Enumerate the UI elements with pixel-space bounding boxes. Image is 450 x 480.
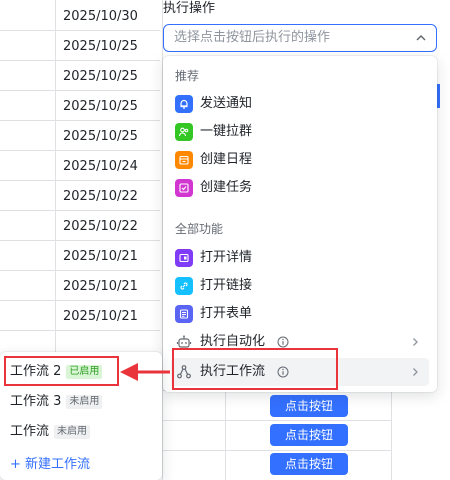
- operation-label: 执行操作: [163, 1, 216, 16]
- operation-menu: 推荐 发送通知 一键拉群 创建日程 创建任务 全部功能 打开详情 打开链接 打开…: [163, 56, 437, 392]
- row-divider: [162, 450, 391, 451]
- menu-item-label: 创建日程: [200, 152, 253, 167]
- section-all: 全部功能: [175, 222, 224, 236]
- menu-item-create-event[interactable]: 创建日程: [171, 146, 429, 174]
- section-recommend: 推荐: [175, 69, 200, 83]
- link-icon: [175, 277, 193, 295]
- date-cell: 2025/10/25: [63, 69, 138, 84]
- chevron-right-icon: [413, 368, 418, 376]
- workflow-item[interactable]: 工作流 3 未启用: [10, 392, 103, 412]
- date-cell: 2025/10/25: [63, 99, 138, 114]
- menu-item-label: 打开详情: [200, 250, 253, 265]
- workflow-name: 工作流 3: [10, 394, 62, 409]
- date-cell: 2025/10/24: [63, 159, 138, 174]
- date-cell: 2025/10/21: [63, 309, 138, 324]
- row-divider: [0, 180, 160, 181]
- workflow-item[interactable]: 工作流 未启用: [10, 422, 91, 442]
- row-divider: [162, 420, 391, 421]
- chevron-right-icon: [413, 338, 418, 346]
- menu-item-label: 发送通知: [200, 96, 253, 111]
- column-divider: [225, 390, 226, 480]
- highlight-box-run-workflow: [172, 348, 338, 390]
- row-divider: [0, 330, 160, 331]
- menu-item-create-group[interactable]: 一键拉群: [171, 118, 429, 146]
- bell-icon: [175, 95, 193, 113]
- action-button[interactable]: 点击按钮: [270, 395, 348, 417]
- operation-placeholder: 选择点击按钮后执行的操作: [174, 30, 331, 45]
- row-divider: [0, 240, 160, 241]
- menu-item-open-link[interactable]: 打开链接: [171, 272, 429, 300]
- calendar-icon: [175, 151, 193, 169]
- action-button[interactable]: 点击按钮: [270, 453, 348, 475]
- menu-item-send-notification[interactable]: 发送通知: [171, 90, 429, 118]
- row-divider: [0, 30, 160, 31]
- status-badge: 未启用: [54, 425, 91, 439]
- date-cell: 2025/10/25: [63, 39, 138, 54]
- date-cell: 2025/10/25: [63, 129, 138, 144]
- menu-item-label: 打开链接: [200, 278, 253, 293]
- form-icon: [175, 305, 193, 323]
- new-workflow-button[interactable]: + 新建工作流: [10, 456, 90, 474]
- row-divider: [0, 90, 160, 91]
- menu-item-open-form[interactable]: 打开表单: [171, 300, 429, 328]
- date-cell: 2025/10/22: [63, 189, 138, 204]
- row-divider: [0, 270, 160, 271]
- row-divider: [0, 150, 160, 151]
- row-divider: [0, 120, 160, 121]
- chevron-up-icon: [416, 34, 426, 41]
- highlight-box-workflow: [4, 356, 119, 386]
- row-divider: [0, 60, 160, 61]
- date-cell: 2025/10/30: [63, 9, 138, 24]
- date-cell: 2025/10/22: [63, 219, 138, 234]
- menu-item-label: 一键拉群: [200, 124, 253, 139]
- operation-select[interactable]: 选择点击按钮后执行的操作: [163, 24, 437, 52]
- workflow-name: 工作流: [10, 424, 50, 439]
- task-icon: [175, 179, 193, 197]
- menu-item-create-task[interactable]: 创建任务: [171, 174, 429, 202]
- menu-item-label: 打开表单: [200, 306, 253, 321]
- detail-icon: [175, 249, 193, 267]
- row-divider: [0, 210, 160, 211]
- row-divider: [0, 300, 160, 301]
- column-divider: [391, 390, 392, 480]
- status-badge: 未启用: [66, 395, 103, 409]
- action-button[interactable]: 点击按钮: [270, 424, 348, 446]
- group-icon: [175, 123, 193, 141]
- arrow-annotation: [120, 363, 170, 381]
- info-icon[interactable]: [277, 336, 289, 348]
- date-cell: 2025/10/21: [63, 249, 138, 264]
- menu-item-open-detail[interactable]: 打开详情: [171, 244, 429, 272]
- menu-item-label: 创建任务: [200, 180, 253, 195]
- date-cell: 2025/10/21: [63, 279, 138, 294]
